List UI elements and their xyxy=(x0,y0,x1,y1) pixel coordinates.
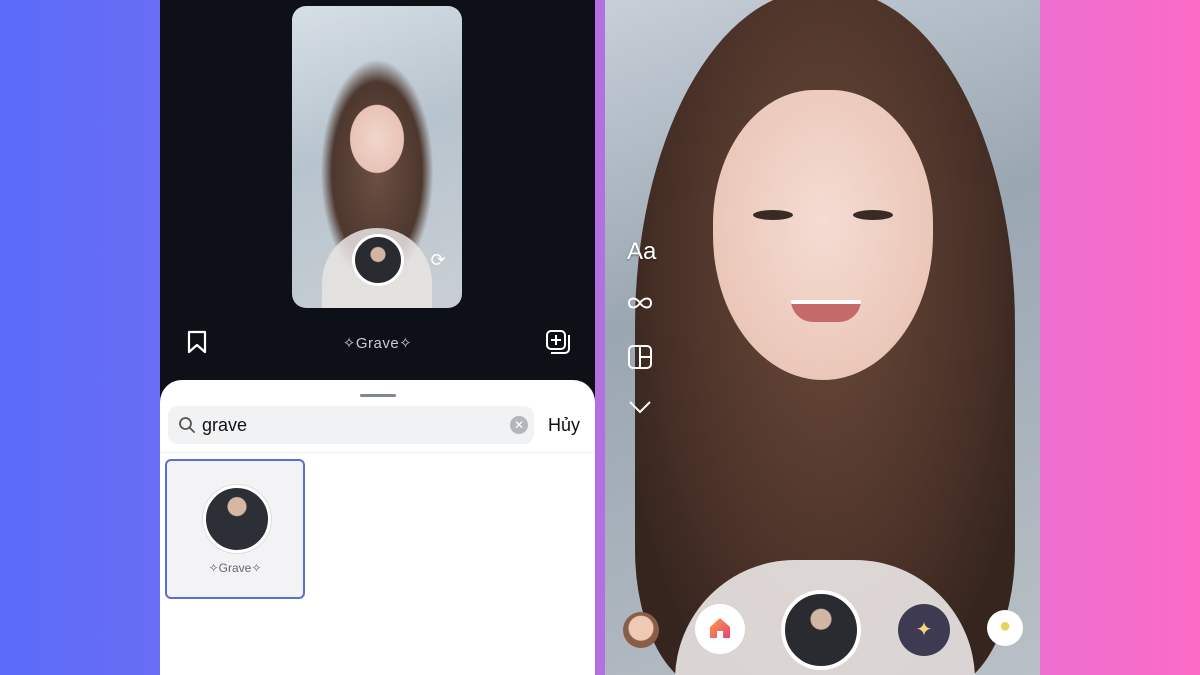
sheet-handle[interactable] xyxy=(360,394,396,397)
effect-tray: ✦ ● xyxy=(605,590,1040,670)
clear-search-icon[interactable]: ✕ xyxy=(510,416,528,434)
left-phone-screen: ⟳ ✧Grave✧ ✕ Hủy ✧Grave✧ xyxy=(160,0,595,675)
home-effect-button[interactable] xyxy=(695,604,745,654)
result-label: ✧Grave✧ xyxy=(208,561,262,575)
search-sheet: ✕ Hủy ✧Grave✧ xyxy=(160,380,595,675)
home-icon xyxy=(710,618,730,638)
subject-eye xyxy=(853,210,893,220)
flip-camera-icon[interactable]: ⟳ xyxy=(428,250,448,270)
infinity-icon[interactable] xyxy=(625,288,655,318)
search-input[interactable] xyxy=(202,412,502,438)
shutter-button[interactable] xyxy=(781,590,861,670)
duck-icon: ● xyxy=(998,615,1012,637)
sparkle-icon: ✦ xyxy=(915,619,933,641)
layout-icon[interactable] xyxy=(625,342,655,372)
face-effect-button[interactable] xyxy=(623,612,659,648)
effect-avatar xyxy=(203,485,271,553)
text-tool-button[interactable]: Aa xyxy=(627,238,656,266)
subject-face xyxy=(713,90,933,380)
subject-eye xyxy=(753,210,793,220)
cancel-button[interactable]: Hủy xyxy=(548,415,580,436)
sparkle-effect-button[interactable]: ✦ xyxy=(898,604,950,656)
capture-button[interactable] xyxy=(352,234,404,286)
result-tile[interactable]: ✧Grave✧ xyxy=(165,459,305,599)
effect-toolbar: ✧Grave✧ xyxy=(160,326,595,360)
search-results: ✧Grave✧ xyxy=(160,452,595,675)
camera-preview: ⟳ xyxy=(292,6,462,308)
subject-smile xyxy=(791,300,861,322)
search-bar[interactable]: ✕ xyxy=(168,406,534,444)
chevron-down-icon[interactable] xyxy=(625,392,655,422)
search-icon xyxy=(179,417,195,433)
add-to-story-icon[interactable] xyxy=(545,329,571,355)
duck-effect-button[interactable]: ● xyxy=(987,610,1023,646)
right-phone-screen: Aa ✦ ● xyxy=(605,0,1040,675)
effect-name: ✧Grave✧ xyxy=(342,335,413,352)
